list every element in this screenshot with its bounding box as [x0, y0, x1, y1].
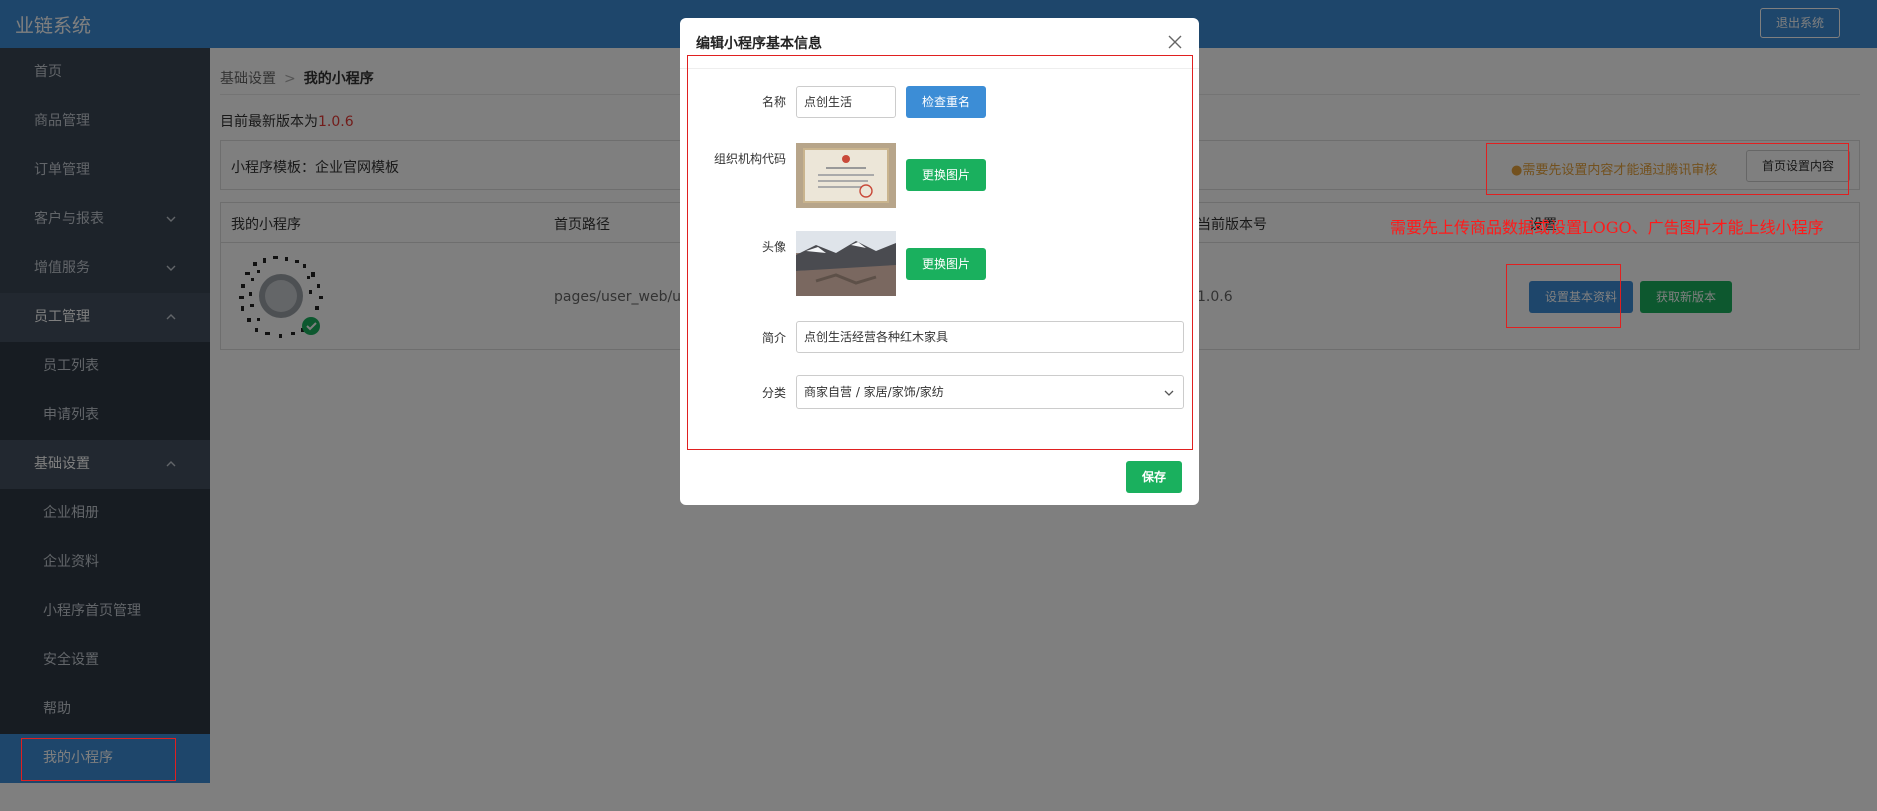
dialog-title: 编辑小程序基本信息	[696, 36, 822, 52]
save-button[interactable]: 保存	[1126, 461, 1182, 493]
annotation-box-warning	[1486, 143, 1849, 195]
annotation-box-set-basic	[1506, 264, 1621, 328]
close-icon[interactable]	[1167, 34, 1183, 50]
annotation-box-form	[687, 55, 1193, 450]
annotation-box-my-miniapp	[21, 738, 176, 781]
annotation-note: 需要先上传商品数据或设置LOGO、广告图片才能上线小程序	[1390, 218, 1824, 237]
